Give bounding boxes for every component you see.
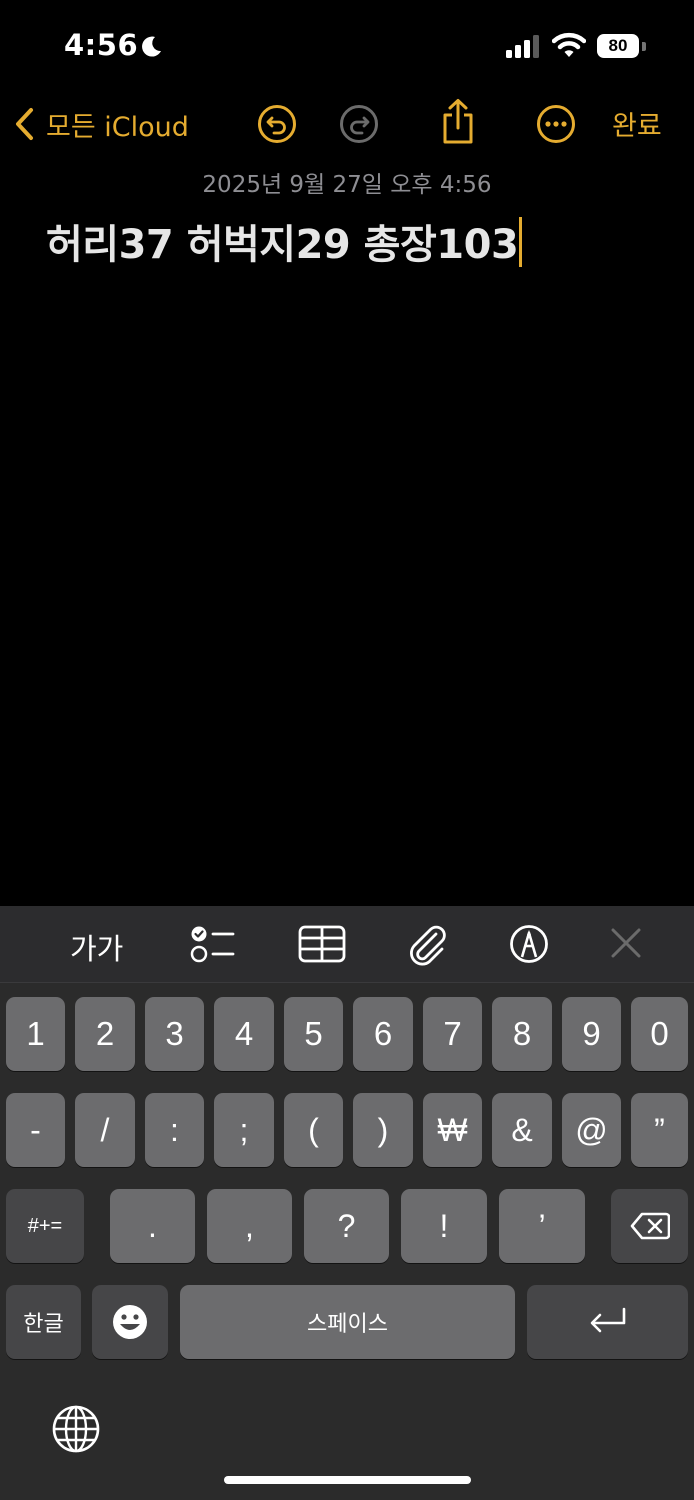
key-1[interactable]: 1 <box>6 997 65 1071</box>
korean-mode-key[interactable]: 한글 <box>6 1285 81 1359</box>
battery-cap <box>642 42 646 51</box>
return-icon <box>590 1307 625 1333</box>
key-6[interactable]: 6 <box>353 997 413 1071</box>
key-hyphen[interactable]: - <box>6 1093 65 1167</box>
key-won[interactable]: ₩ <box>423 1093 482 1167</box>
key-period[interactable]: . <box>110 1189 195 1263</box>
back-button[interactable]: 모든 iCloud <box>14 104 189 144</box>
text-format-button[interactable]: 가가 <box>70 926 123 968</box>
key-2[interactable]: 2 <box>75 997 135 1071</box>
note-title-text: 허리37 허벅지29 총장103 <box>46 222 519 268</box>
format-toolbar: 가가 <box>0 906 694 983</box>
cellular-signal-icon <box>506 35 539 58</box>
key-4[interactable]: 4 <box>214 997 274 1071</box>
key-exclamation[interactable]: ! <box>401 1189 487 1263</box>
notes-screen: 4:56 80 모든 iCloud 완료 2025년 9월 27일 오후 4:5… <box>0 0 694 1500</box>
chevron-left-icon <box>16 108 33 140</box>
key-apostrophe[interactable]: ’ <box>499 1189 585 1263</box>
space-key[interactable]: 스페이스 <box>180 1285 515 1359</box>
emoji-icon <box>113 1305 147 1339</box>
home-indicator <box>224 1476 471 1484</box>
key-9[interactable]: 9 <box>562 997 621 1071</box>
key-at[interactable]: @ <box>562 1093 621 1167</box>
key-comma[interactable]: , <box>207 1189 292 1263</box>
symbols-mode-key[interactable]: #+= <box>6 1189 84 1263</box>
key-slash[interactable]: / <box>75 1093 135 1167</box>
emoji-key[interactable] <box>92 1285 168 1359</box>
battery-indicator: 80 <box>597 34 647 60</box>
paperclip-icon[interactable] <box>408 924 448 966</box>
checklist-icon[interactable] <box>189 924 235 964</box>
status-time: 4:56 <box>64 28 139 62</box>
key-quote[interactable]: ” <box>631 1093 688 1167</box>
key-colon[interactable]: : <box>145 1093 204 1167</box>
note-text-editor[interactable]: 허리37 허벅지29 총장103 <box>46 212 523 270</box>
delete-key[interactable] <box>611 1189 688 1263</box>
more-icon[interactable] <box>536 104 576 144</box>
moon-icon <box>142 36 161 57</box>
undo-icon[interactable] <box>257 104 297 144</box>
numeric-keyboard: 1 2 3 4 5 6 7 8 9 0 - / : ; ( ) ₩ & @ ” … <box>0 983 694 1500</box>
table-icon[interactable] <box>298 924 346 964</box>
key-8[interactable]: 8 <box>492 997 552 1071</box>
key-semicolon[interactable]: ; <box>214 1093 274 1167</box>
keyboard-area: 가가 1 2 3 4 5 6 7 8 9 0 - /: ; () ₩ & @… <box>0 906 694 1500</box>
redo-icon[interactable] <box>339 104 379 144</box>
key-5[interactable]: 5 <box>284 997 343 1071</box>
key-question[interactable]: ? <box>304 1189 389 1263</box>
back-button-label: 모든 iCloud <box>46 111 189 143</box>
key-7[interactable]: 7 <box>423 997 482 1071</box>
key-close-paren[interactable]: ) <box>353 1093 413 1167</box>
battery-level: 80 <box>597 34 639 58</box>
backspace-icon <box>630 1212 670 1240</box>
return-key[interactable] <box>527 1285 688 1359</box>
wifi-icon <box>552 32 586 57</box>
note-date: 2025년 9월 27일 오후 4:56 <box>202 172 492 198</box>
markup-pen-icon[interactable] <box>509 924 549 964</box>
done-button[interactable]: 완료 <box>612 104 662 143</box>
text-caret <box>519 217 523 267</box>
key-ampersand[interactable]: & <box>492 1093 552 1167</box>
share-icon[interactable] <box>440 98 476 146</box>
close-icon[interactable] <box>611 928 641 958</box>
key-open-paren[interactable]: ( <box>284 1093 343 1167</box>
globe-icon[interactable] <box>52 1405 100 1453</box>
key-3[interactable]: 3 <box>145 997 204 1071</box>
key-0[interactable]: 0 <box>631 997 688 1071</box>
